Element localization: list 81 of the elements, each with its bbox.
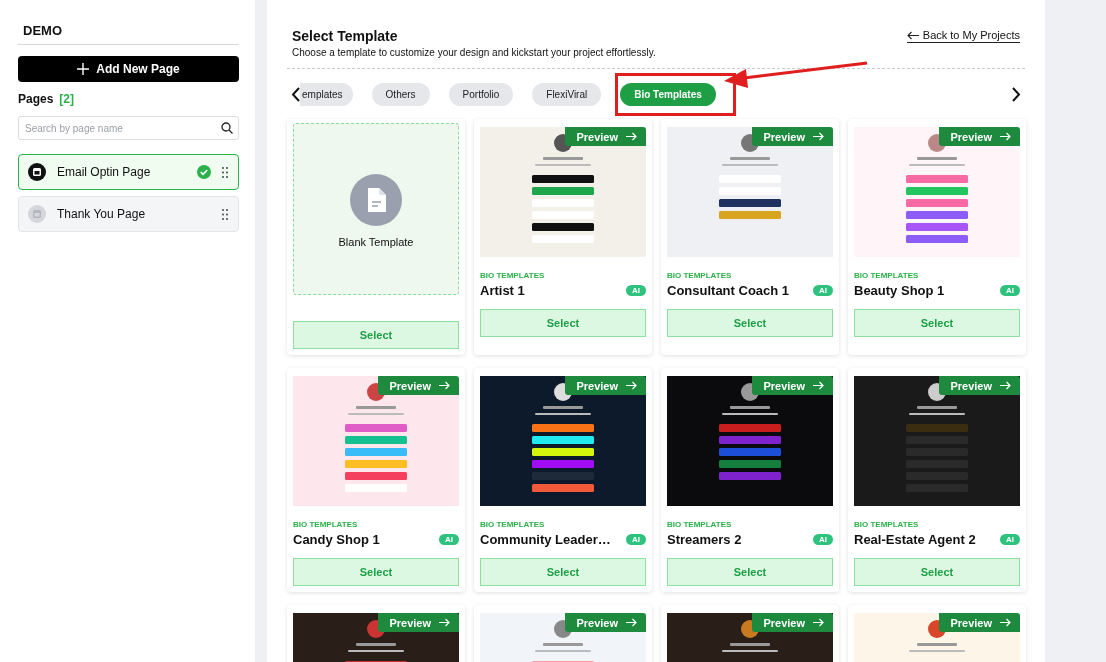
preview-button[interactable]: Preview xyxy=(378,613,459,632)
page-name: Email Optin Page xyxy=(57,165,152,179)
preview-button[interactable]: Preview xyxy=(939,127,1020,146)
preview-button[interactable]: Preview xyxy=(752,376,833,395)
preview-button[interactable]: Preview xyxy=(565,613,646,632)
chevron-left-icon[interactable] xyxy=(291,86,300,102)
select-button[interactable]: Select xyxy=(854,558,1020,586)
category-tab[interactable]: Bio Templates xyxy=(620,82,716,106)
page-item[interactable]: Thank You Page xyxy=(18,196,239,232)
page-icon xyxy=(28,163,46,181)
template-title: Real-Estate Agent 2 xyxy=(854,532,976,547)
arrow-right-icon xyxy=(439,618,450,627)
back-link[interactable]: Back to My Projects xyxy=(906,29,1020,43)
add-new-page-button[interactable]: Add New Page xyxy=(18,56,239,82)
blank-template-label: Blank Template xyxy=(338,236,414,248)
template-title: Beauty Shop 1 xyxy=(854,283,945,298)
arrow-right-icon xyxy=(813,132,824,141)
document-icon xyxy=(350,174,402,226)
page-item[interactable]: Email Optin Page xyxy=(18,154,239,190)
arrow-right-icon xyxy=(1000,132,1011,141)
search-icon xyxy=(221,122,233,134)
preview-button[interactable]: Preview xyxy=(378,376,459,395)
arrow-right-icon xyxy=(1000,618,1011,627)
ai-badge: AI xyxy=(813,285,833,296)
preview-button[interactable]: Preview xyxy=(939,613,1020,632)
template-title: Community Leader… xyxy=(480,532,611,547)
arrow-right-icon xyxy=(626,618,637,627)
preview-button[interactable]: Preview xyxy=(565,376,646,395)
template-category: BIO TEMPLATES xyxy=(480,271,546,280)
select-button[interactable]: Select xyxy=(293,558,459,586)
search-field[interactable]: Search by page name xyxy=(18,116,239,140)
preview-button[interactable]: Preview xyxy=(939,376,1020,395)
arrow-left-icon xyxy=(906,30,919,40)
preview-button[interactable]: Preview xyxy=(565,127,646,146)
ai-badge: AI xyxy=(1000,534,1020,545)
category-tab[interactable]: Portfolio xyxy=(448,82,514,106)
preview-button[interactable]: Preview xyxy=(752,613,833,632)
ai-badge: AI xyxy=(813,534,833,545)
select-button[interactable]: Select xyxy=(480,558,646,586)
ai-badge: AI xyxy=(1000,285,1020,296)
plus-icon xyxy=(77,63,90,75)
template-category: BIO TEMPLATES xyxy=(854,271,920,280)
select-button[interactable]: Select xyxy=(854,309,1020,337)
pages-count: [2] xyxy=(59,92,75,106)
ai-badge: AI xyxy=(626,534,646,545)
arrow-right-icon xyxy=(1000,381,1011,390)
arrow-right-icon xyxy=(813,381,824,390)
check-icon xyxy=(197,165,211,179)
template-category: BIO TEMPLATES xyxy=(667,271,733,280)
arrow-right-icon xyxy=(439,381,450,390)
page-title: Select Template xyxy=(292,28,399,44)
drag-handle-icon[interactable] xyxy=(222,166,228,178)
template-category: BIO TEMPLATES xyxy=(667,520,733,529)
page-subtitle: Choose a template to customize your design and kickstart your project effortlessly. xyxy=(292,47,656,58)
arrow-right-icon xyxy=(813,618,824,627)
template-title: Consultant Coach 1 xyxy=(667,283,790,298)
template-category: BIO TEMPLATES xyxy=(854,520,920,529)
page-icon xyxy=(28,205,46,223)
select-button[interactable]: Select xyxy=(480,309,646,337)
arrow-right-icon xyxy=(626,381,637,390)
ai-badge: AI xyxy=(626,285,646,296)
arrow-right-icon xyxy=(626,132,637,141)
page-name: Thank You Page xyxy=(57,207,147,221)
template-category: BIO TEMPLATES xyxy=(293,520,359,529)
project-name: DEMO xyxy=(18,23,239,45)
select-button[interactable]: Select xyxy=(667,309,833,337)
select-button[interactable]: Select xyxy=(667,558,833,586)
template-title: Streamers 2 xyxy=(667,532,742,547)
chevron-right-icon[interactable] xyxy=(1012,86,1021,102)
drag-handle-icon[interactable] xyxy=(222,208,228,220)
template-title: Candy Shop 1 xyxy=(293,532,380,547)
pages-label: Pages xyxy=(18,92,54,106)
preview-button[interactable]: Preview xyxy=(752,127,833,146)
category-tab[interactable]: FlexiViral xyxy=(532,82,602,106)
blank-template-area[interactable]: Blank Template xyxy=(293,123,459,295)
ai-badge: AI xyxy=(439,534,459,545)
select-button[interactable]: Select xyxy=(293,321,459,349)
template-category: BIO TEMPLATES xyxy=(480,520,546,529)
category-tab[interactable]: emplates xyxy=(300,82,353,106)
category-tab[interactable]: Others xyxy=(371,82,430,106)
template-title: Artist 1 xyxy=(480,283,525,298)
